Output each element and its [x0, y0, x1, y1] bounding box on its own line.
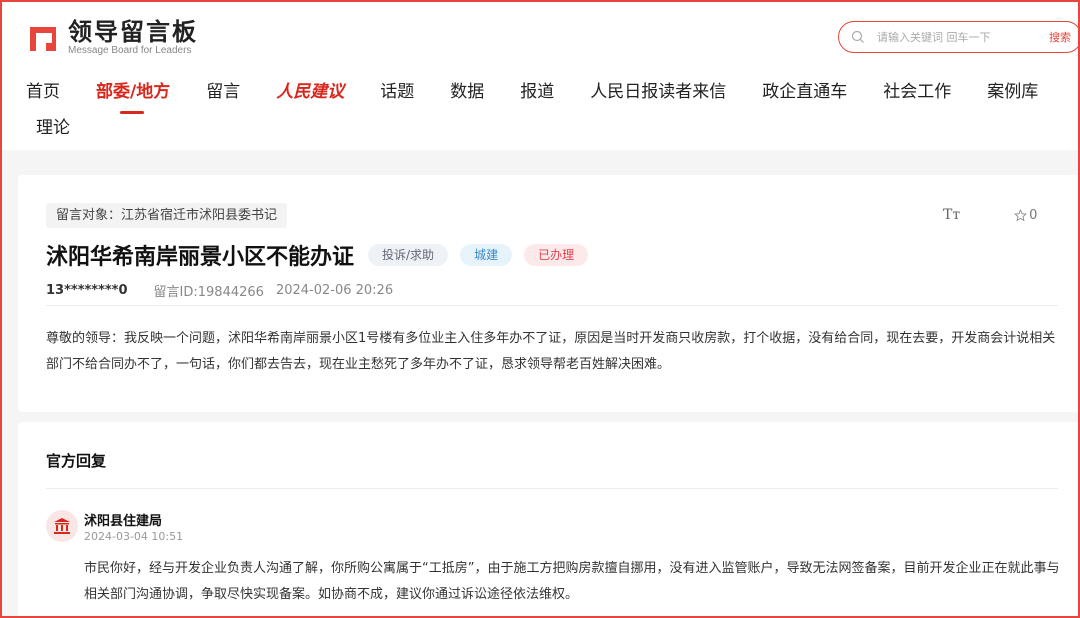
domain-badge: 城建 [460, 244, 513, 266]
department-avatar [46, 510, 78, 542]
message-title: 沭阳华希南岸丽景小区不能办证 [46, 245, 355, 270]
nav-reports[interactable]: 报道 [520, 78, 554, 106]
message-target: 留言对象：江苏省宿迁市沭阳县委书记 [46, 203, 288, 228]
nav-case-library[interactable]: 案例库 [987, 78, 1038, 106]
favorite-count: 0 [1029, 207, 1038, 223]
nav-topics[interactable]: 话题 [380, 78, 414, 106]
reply-card: 官方回复 沭阳县住建局 2024-03-04 10:51 市民你好，经与开发企业… [18, 422, 1080, 618]
nav-data[interactable]: 数据 [450, 78, 484, 106]
main-nav: 首页 部委/地方 留言 人民建议 话题 数据 报道 人民日报读者来信 政企直通车… [26, 78, 1056, 114]
message-card: 留言对象：江苏省宿迁市沭阳县委书记 Tт 0 沭阳华希南岸丽景小区不能办证 投诉… [18, 175, 1080, 412]
search-icon [851, 30, 864, 43]
star-icon [1014, 208, 1028, 221]
logo-title: 领导留言板 [68, 18, 198, 46]
nav-readers-letters[interactable]: 人民日报读者来信 [590, 78, 726, 106]
logo-icon [30, 27, 56, 51]
reply-content: 市民你好，经与开发企业负责人沟通了解，你所购公寓属于“工抵房”，由于施工方把购房… [84, 561, 1060, 602]
site-logo[interactable]: 领导留言板 Message Board for Leaders [26, 18, 198, 58]
reply-time: 2024-03-04 10:51 [84, 530, 184, 543]
nav-ministries-local[interactable]: 部委/地方 [96, 78, 170, 114]
nav-gov-business[interactable]: 政企直通车 [762, 78, 847, 106]
message-user: 13********0 [46, 283, 128, 298]
government-building-icon [54, 518, 70, 534]
divider [46, 488, 1058, 489]
nav-people-suggestion[interactable]: 人民建议 [276, 78, 344, 106]
status-badge: 已办理 [524, 244, 589, 266]
font-size-icon[interactable]: Tт [943, 207, 960, 223]
search-button[interactable]: 搜索 [1049, 29, 1071, 45]
logo-subtitle: Message Board for Leaders [68, 45, 192, 56]
message-time: 2024-02-06 20:26 [275, 283, 394, 298]
message-id: 留言ID:19844266 [153, 285, 264, 300]
nav-home[interactable]: 首页 [26, 78, 60, 106]
reply-section-title: 官方回复 [46, 452, 107, 470]
nav-theory[interactable]: 理论 [36, 114, 70, 142]
message-tools: Tт 0 [943, 207, 1037, 223]
reply-department: 沭阳县住建局 [84, 514, 163, 529]
divider [46, 305, 1058, 306]
header: 领导留言板 Message Board for Leaders 搜索 首页 部委… [0, 0, 1080, 150]
nav-social-work[interactable]: 社会工作 [883, 78, 951, 106]
message-meta: 13********0 留言ID:19844266 2024-02-06 20:… [46, 281, 393, 300]
message-content: 尊敬的领导：我反映一个问题，沭阳华希南岸丽景小区1号楼有多位业主入住多年办不了证… [46, 331, 1056, 372]
search-input[interactable] [877, 30, 1027, 44]
title-row: 沭阳华希南岸丽景小区不能办证 投诉/求助 城建 已办理 [46, 239, 589, 271]
category-badge: 投诉/求助 [368, 244, 449, 266]
search-box: 搜索 [838, 21, 1080, 53]
nav-messages[interactable]: 留言 [206, 78, 240, 106]
favorite-button[interactable]: 0 [1014, 208, 1037, 223]
